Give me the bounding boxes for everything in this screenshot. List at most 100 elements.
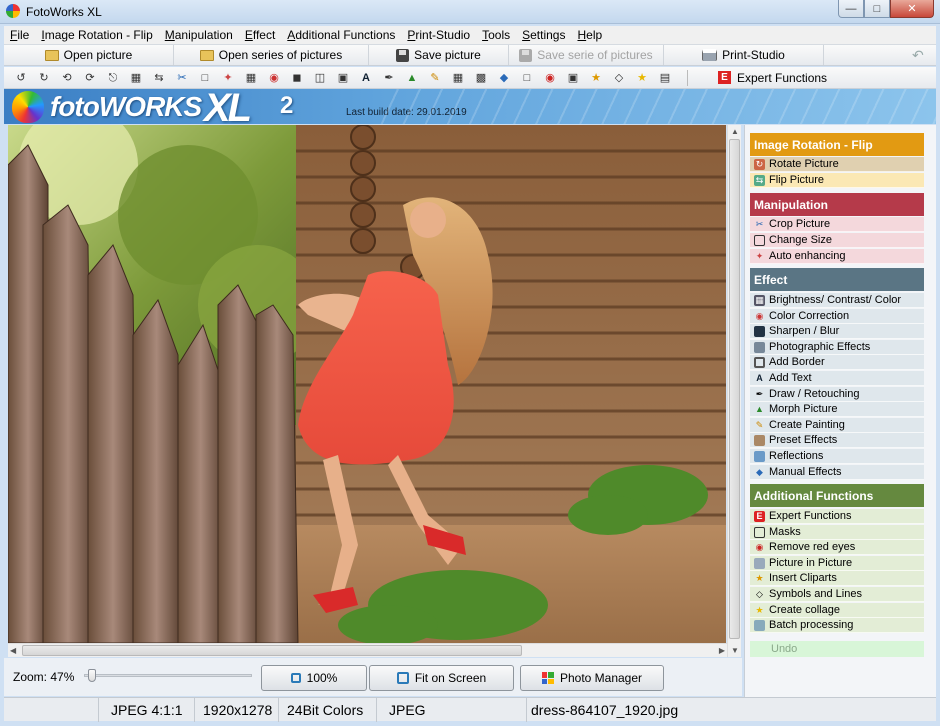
section-additional-functions[interactable]: Additional Functions [750, 484, 924, 507]
free-rotate-icon[interactable]: ⎋ [106, 71, 120, 85]
rotate-right-icon[interactable]: ↻ [37, 71, 51, 85]
reflection-icon[interactable]: ▩ [474, 71, 488, 85]
text-icon[interactable]: A [359, 71, 373, 85]
crop-icon[interactable]: ✂ [175, 71, 189, 85]
panel-item-change-size[interactable]: Change Size [750, 233, 924, 248]
panel-item-add-border[interactable]: Add Border [750, 355, 924, 370]
expert-functions-button[interactable]: E Expert Functions [718, 71, 827, 85]
resize-icon[interactable]: □ [198, 71, 212, 85]
preset-icon[interactable]: ▦ [451, 71, 465, 85]
flip-picture-icon: ⇆ [754, 174, 765, 186]
magic-wand-icon[interactable]: ✦ [221, 71, 235, 85]
panel-item-color-correction[interactable]: ◉ Color Correction [750, 309, 924, 324]
open-picture-button[interactable]: Open picture [4, 45, 174, 65]
save-series-button[interactable]: Save serie of pictures [509, 45, 664, 65]
panel-item-draw-retouching[interactable]: ✒ Draw / Retouching [750, 387, 924, 402]
draw-icon[interactable]: ✒ [382, 71, 396, 85]
panel-item-morph-picture[interactable]: ▲ Morph Picture [750, 402, 924, 417]
rotate-cw-icon[interactable]: ⟳ [83, 71, 97, 85]
panel-item-reflections[interactable]: Reflections [750, 449, 924, 464]
panel-item-remove-red-eyes[interactable]: ◉ Remove red eyes [750, 540, 924, 555]
panel-item-preset-effects[interactable]: Preset Effects [750, 433, 924, 448]
brightness-icon[interactable]: ▦ [244, 71, 258, 85]
color-correction-icon[interactable]: ◉ [267, 71, 281, 85]
panel-item-batch-processing[interactable]: Batch processing [750, 618, 924, 633]
manual-effects-icon[interactable]: ◆ [497, 71, 511, 85]
status-spacer [4, 697, 99, 722]
scroll-down-icon[interactable]: ▼ [731, 646, 739, 655]
panel-item-insert-cliparts[interactable]: ★ Insert Cliparts [750, 571, 924, 586]
sharpen-icon[interactable]: ◼ [290, 71, 304, 85]
flip-icon[interactable]: ⇆ [152, 71, 166, 85]
menu-manipulation[interactable]: Manipulation [159, 28, 239, 42]
menu-settings[interactable]: Settings [516, 28, 571, 42]
menu-image-rotation[interactable]: Image Rotation - Flip [35, 28, 158, 42]
panel-item-flip-picture[interactable]: ⇆ Flip Picture [750, 173, 924, 188]
vertical-scrollbar[interactable]: ▲ ▼ [727, 125, 741, 657]
photo-effects-icon [754, 341, 765, 353]
minimize-button[interactable]: — [838, 0, 864, 18]
panel-item-create-painting[interactable]: ✎ Create Painting [750, 418, 924, 433]
panel-item-create-collage[interactable]: ★ Create collage [750, 603, 924, 618]
red-eye-icon: ◉ [755, 541, 764, 552]
panel-item-symbols-lines[interactable]: ◇ Symbols and Lines [750, 587, 924, 602]
rotate-left-icon[interactable]: ↺ [14, 71, 28, 85]
zoom-100-button[interactable]: 100% [261, 665, 367, 691]
batch-icon[interactable]: ▤ [658, 71, 672, 85]
function-panel: Image Rotation - Flip ↻ Rotate Picture ⇆… [744, 125, 936, 697]
panel-item-expert-functions[interactable]: E Expert Functions [750, 509, 924, 524]
section-image-rotation[interactable]: Image Rotation - Flip [750, 133, 924, 156]
open-series-button[interactable]: Open series of pictures [174, 45, 369, 65]
panel-item-add-text[interactable]: A Add Text [750, 371, 924, 386]
panel-item-sharpen-blur[interactable]: Sharpen / Blur [750, 324, 924, 339]
rotate-ccw-icon[interactable]: ⟲ [60, 71, 74, 85]
mask-icon[interactable]: □ [520, 71, 534, 85]
symbols-icon[interactable]: ◇ [612, 71, 626, 85]
photo-effects-icon[interactable]: ◫ [313, 71, 327, 85]
menu-print-studio[interactable]: Print-Studio [401, 28, 476, 42]
main-toolbar: Open picture Open series of pictures Sav… [4, 44, 936, 66]
cube-icon[interactable]: ▦ [129, 71, 143, 85]
menu-effect[interactable]: Effect [239, 28, 281, 42]
menu-file[interactable]: File [4, 28, 35, 42]
scroll-right-icon[interactable]: ▶ [719, 646, 725, 655]
collage-star-icon[interactable]: ★ [635, 71, 649, 85]
clipart-icon[interactable]: ★ [589, 71, 603, 85]
close-button[interactable]: ✕ [890, 0, 934, 18]
border-icon[interactable]: ▣ [336, 71, 350, 85]
scroll-up-icon[interactable]: ▲ [731, 127, 739, 136]
fit-on-screen-button[interactable]: Fit on Screen [369, 665, 514, 691]
reflection-icon [754, 450, 765, 462]
menu-tools[interactable]: Tools [476, 28, 516, 42]
zoom-slider-knob[interactable] [88, 669, 96, 682]
maximize-button[interactable]: □ [864, 0, 890, 18]
panel-item-masks[interactable]: Masks [750, 525, 924, 540]
panel-item-picture-in-picture[interactable]: Picture in Picture [750, 556, 924, 571]
save-picture-button[interactable]: Save picture [369, 45, 509, 65]
print-studio-button[interactable]: Print-Studio [664, 45, 824, 65]
painting-icon[interactable]: ✎ [428, 71, 442, 85]
undo-arrow-icon[interactable]: ↶ [912, 48, 928, 62]
menu-help[interactable]: Help [571, 28, 608, 42]
picture-in-picture-icon[interactable]: ▣ [566, 71, 580, 85]
panel-item-crop-picture[interactable]: ✂ Crop Picture [750, 217, 924, 232]
horizontal-scroll-thumb[interactable] [22, 645, 522, 656]
panel-item-manual-effects[interactable]: ◆ Manual Effects [750, 465, 924, 480]
panel-item-photographic-effects[interactable]: Photographic Effects [750, 340, 924, 355]
morph-icon[interactable]: ▲ [405, 71, 419, 85]
photo-manager-button[interactable]: Photo Manager [520, 665, 664, 691]
image-canvas[interactable] [8, 125, 726, 643]
section-effect[interactable]: Effect [750, 268, 924, 291]
vertical-scroll-thumb[interactable] [729, 139, 740, 639]
horizontal-scrollbar[interactable]: ◀ ▶ [8, 643, 727, 657]
undo-button[interactable]: Undo [750, 641, 924, 657]
zoom-slider[interactable] [84, 669, 252, 683]
section-manipulation[interactable]: Manipulation [750, 193, 924, 216]
scroll-left-icon[interactable]: ◀ [10, 646, 16, 655]
red-eye-icon[interactable]: ◉ [543, 71, 557, 85]
menu-additional-functions[interactable]: Additional Functions [281, 28, 401, 42]
rotate-picture-icon: ↻ [754, 158, 765, 170]
panel-item-auto-enhancing[interactable]: ✦ Auto enhancing [750, 249, 924, 264]
panel-item-brightness[interactable]: ▦ Brightness/ Contrast/ Color [750, 293, 924, 308]
panel-item-rotate-picture[interactable]: ↻ Rotate Picture [750, 157, 924, 172]
